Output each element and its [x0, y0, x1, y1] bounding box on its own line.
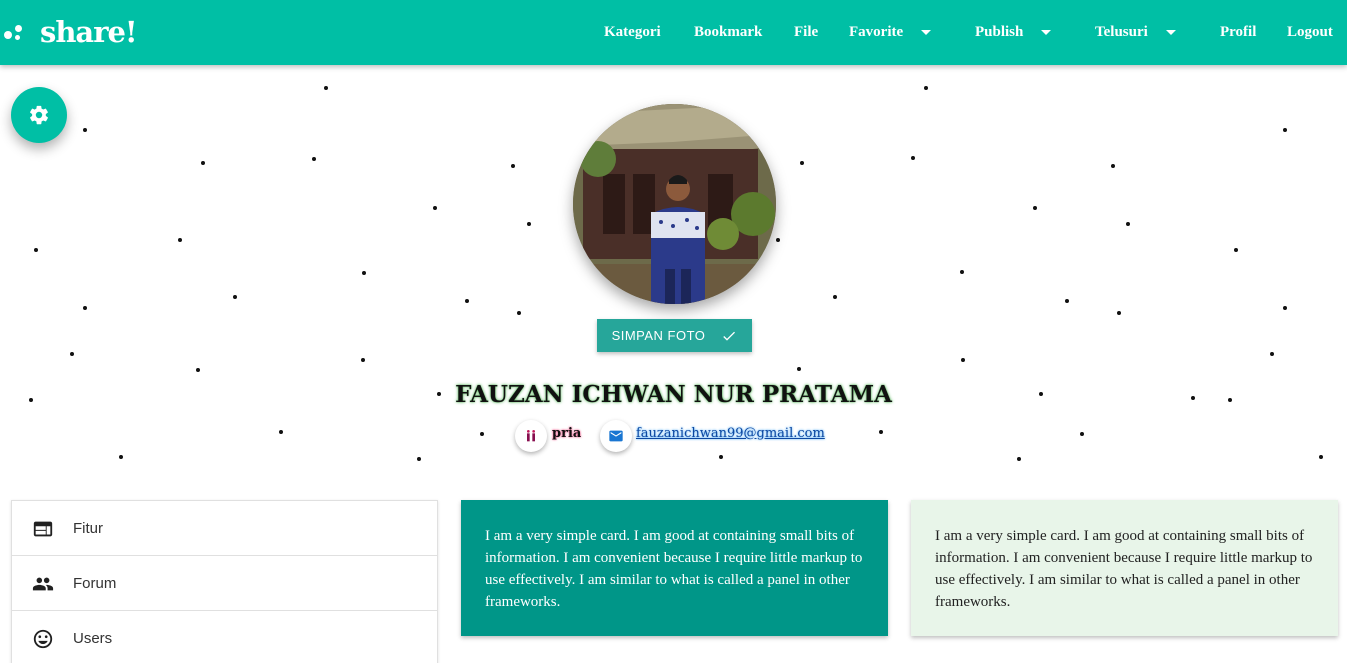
gender-icon	[527, 430, 535, 442]
caret-down-icon	[1041, 30, 1052, 35]
background-dot	[417, 457, 421, 461]
logo-dots-icon	[4, 12, 34, 52]
nav-item-label: Profil	[1220, 24, 1257, 40]
brand-name: share!	[40, 15, 138, 49]
check-icon	[723, 331, 736, 341]
people-icon	[32, 577, 54, 591]
nav-item-label: Bookmark	[694, 24, 763, 40]
card-text: I am a very simple card. I am good at co…	[935, 528, 1313, 610]
profile-name: FAUZAN ICHWAN NUR PRATAMA	[455, 381, 892, 408]
save-photo-label: SIMPAN FOTO	[611, 328, 706, 343]
background-dot	[960, 270, 964, 274]
profile-photo[interactable]	[573, 104, 776, 304]
background-dot	[178, 238, 182, 242]
background-dot	[1111, 164, 1115, 168]
top-navbar: share! Kategori Bookmark File Favorite P…	[0, 0, 1347, 65]
background-dot	[1283, 306, 1287, 310]
nav-item-bookmark[interactable]: Bookmark	[694, 0, 762, 65]
background-dot	[797, 367, 801, 371]
background-dot	[776, 238, 780, 242]
caret-down-icon	[1165, 30, 1176, 35]
background-dot	[1126, 222, 1130, 226]
info-card-teal: I am a very simple card. I am good at co…	[461, 500, 888, 636]
sidebar-menu: Fitur Forum Users	[11, 500, 438, 663]
background-dot	[361, 358, 365, 362]
background-dot	[362, 271, 366, 275]
sidebar-item-forum[interactable]: Forum	[12, 556, 437, 611]
profile-email-link[interactable]: fauzanichwan99@gmail.com	[636, 426, 825, 441]
nav-item-label: Publish	[975, 24, 1024, 40]
smiley-icon	[33, 629, 53, 649]
nav-item-telusuri[interactable]: Telusuri	[1095, 0, 1176, 65]
email-icon-badge	[600, 420, 632, 452]
background-dot	[279, 430, 283, 434]
background-dot	[1065, 299, 1069, 303]
background-dot	[1033, 206, 1037, 210]
nav-item-label: Telusuri	[1095, 24, 1148, 40]
sidebar-item-fitur[interactable]: Fitur	[12, 501, 437, 556]
background-dot	[1270, 352, 1274, 356]
background-dot	[800, 161, 804, 165]
email-icon	[609, 430, 623, 442]
profile-gender: pria	[552, 426, 582, 441]
background-dot	[833, 295, 837, 299]
gender-icon-badge	[515, 420, 547, 452]
background-dot	[879, 430, 883, 434]
background-dot	[233, 295, 237, 299]
nav-item-favorite[interactable]: Favorite	[849, 0, 932, 65]
save-photo-button[interactable]: SIMPAN FOTO	[597, 319, 752, 352]
sidebar-item-label: Forum	[73, 574, 117, 592]
nav-item-label: Kategori	[604, 24, 661, 40]
nav-item-publish[interactable]: Publish	[975, 0, 1052, 65]
caret-down-icon	[921, 30, 932, 35]
background-dot	[34, 248, 38, 252]
background-dot	[719, 455, 723, 459]
sidebar-item-label: Users	[73, 629, 113, 647]
nav-item-file[interactable]: File	[794, 0, 818, 65]
background-dot	[1283, 128, 1287, 132]
background-dot	[1080, 432, 1084, 436]
background-dot	[1117, 311, 1121, 315]
nav-item-label: Logout	[1287, 24, 1333, 40]
background-dot	[119, 455, 123, 459]
background-dot	[465, 299, 469, 303]
web-icon	[33, 521, 53, 537]
nav-item-profil[interactable]: Profil	[1220, 0, 1256, 65]
background-dot	[511, 164, 515, 168]
background-dot	[1017, 457, 1021, 461]
sidebar-item-label: Fitur	[73, 519, 103, 537]
info-card-light: I am a very simple card. I am good at co…	[911, 500, 1338, 636]
nav-item-logout[interactable]: Logout	[1287, 0, 1333, 65]
background-dot	[433, 206, 437, 210]
background-dot	[324, 86, 328, 90]
background-dot	[1319, 455, 1323, 459]
background-dot	[70, 352, 74, 356]
background-dot	[961, 358, 965, 362]
background-dot	[517, 311, 521, 315]
background-dot	[312, 157, 316, 161]
background-dot	[196, 368, 200, 372]
nav-item-label: File	[794, 24, 819, 40]
profile-photo-image	[573, 104, 776, 304]
background-dot	[924, 86, 928, 90]
background-dot	[1234, 248, 1238, 252]
settings-fab-button[interactable]	[11, 87, 67, 143]
background-dot	[480, 432, 484, 436]
gear-icon	[30, 105, 48, 125]
background-dot	[527, 222, 531, 226]
card-text: I am a very simple card. I am good at co…	[485, 528, 863, 610]
sidebar-item-users[interactable]: Users	[12, 611, 437, 663]
background-dot	[201, 161, 205, 165]
nav-item-label: Favorite	[849, 24, 904, 40]
nav-item-kategori[interactable]: Kategori	[604, 0, 661, 65]
background-dot	[83, 128, 87, 132]
brand-logo[interactable]: share!	[4, 12, 138, 52]
background-dot	[911, 156, 915, 160]
background-dot	[83, 306, 87, 310]
